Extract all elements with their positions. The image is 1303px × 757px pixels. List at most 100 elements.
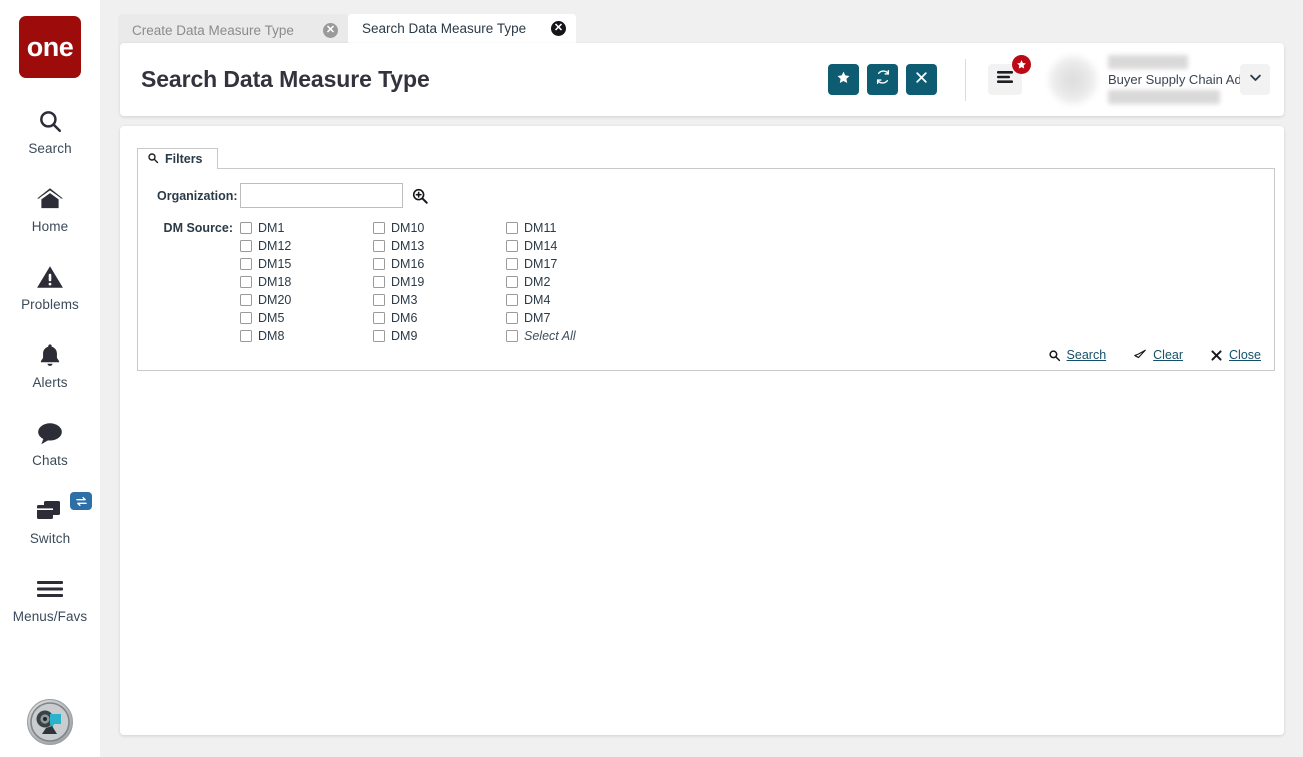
- tab-search-data-measure-type[interactable]: Search Data Measure Type ✕: [348, 14, 576, 46]
- checkbox-item[interactable]: DM15: [240, 255, 373, 273]
- favorite-button[interactable]: [828, 64, 859, 95]
- sidebar-item-search[interactable]: Search: [0, 104, 100, 156]
- checkbox-item[interactable]: DM14: [506, 237, 639, 255]
- brand-logo[interactable]: one: [19, 16, 81, 78]
- checkbox-item[interactable]: DM9: [373, 327, 506, 345]
- checkbox-box[interactable]: [240, 222, 252, 234]
- zoom-in-search-icon[interactable]: [411, 187, 429, 205]
- checkbox-label: DM12: [258, 239, 291, 253]
- checkbox-item[interactable]: DM6: [373, 309, 506, 327]
- close-link[interactable]: Close: [1210, 348, 1261, 362]
- checkbox-box[interactable]: [240, 330, 252, 342]
- checkbox-item[interactable]: DM10: [373, 219, 506, 237]
- close-button[interactable]: [906, 64, 937, 95]
- checkbox-label: DM14: [524, 239, 557, 253]
- dm-source-column-1: DM1 DM12 DM15 DM18 DM20 DM5 DM8: [240, 219, 373, 345]
- tab-create-data-measure-type[interactable]: Create Data Measure Type ✕: [118, 14, 348, 46]
- refresh-button[interactable]: [867, 64, 898, 95]
- bell-icon: [37, 338, 63, 372]
- checkbox-label: DM11: [524, 221, 556, 235]
- header-action-buttons: [828, 64, 937, 95]
- sidebar-item-home[interactable]: Home: [0, 182, 100, 234]
- sidebar-item-label: Chats: [32, 453, 68, 468]
- checkbox-box[interactable]: [506, 258, 518, 270]
- checkbox-label: DM8: [258, 329, 284, 343]
- action-label: Clear: [1153, 348, 1183, 362]
- checkbox-box[interactable]: [506, 330, 518, 342]
- main-menu-button[interactable]: [988, 64, 1022, 95]
- filters-body: Organization: DM Source:: [137, 168, 1275, 371]
- checkbox-box[interactable]: [240, 276, 252, 288]
- sidebar-item-problems[interactable]: Problems: [0, 260, 100, 312]
- checkbox-item[interactable]: DM12: [240, 237, 373, 255]
- checkbox-item[interactable]: DM13: [373, 237, 506, 255]
- checkbox-item[interactable]: DM18: [240, 273, 373, 291]
- star-icon: [1012, 55, 1031, 74]
- checkbox-box[interactable]: [373, 312, 385, 324]
- user-menu-toggle[interactable]: [1240, 64, 1270, 95]
- checkbox-label: Select All: [524, 329, 576, 343]
- checkbox-label: DM10: [391, 221, 424, 235]
- sidebar-item-menus-favs[interactable]: Menus/Favs: [0, 572, 100, 624]
- checkbox-item[interactable]: DM11: [506, 219, 639, 237]
- checkbox-box[interactable]: [506, 240, 518, 252]
- page-header: Search Data Measure Type: [120, 43, 1284, 116]
- checkbox-item[interactable]: DM4: [506, 291, 639, 309]
- checkbox-item[interactable]: DM19: [373, 273, 506, 291]
- checkbox-box[interactable]: [373, 294, 385, 306]
- checkbox-box[interactable]: [240, 240, 252, 252]
- checkbox-box[interactable]: [506, 312, 518, 324]
- checkbox-box[interactable]: [506, 294, 518, 306]
- checkbox-box[interactable]: [373, 240, 385, 252]
- checkbox-item[interactable]: DM16: [373, 255, 506, 273]
- sidebar-item-switch[interactable]: Switch: [0, 494, 100, 546]
- checkbox-item[interactable]: DM1: [240, 219, 373, 237]
- checkbox-box[interactable]: [373, 258, 385, 270]
- clear-link[interactable]: Clear: [1133, 348, 1183, 362]
- avatar[interactable]: [1048, 55, 1098, 105]
- dm-source-row: DM Source: DM1 DM12 DM15 DM18 DM20 DM5 D…: [138, 208, 1274, 345]
- checkbox-label: DM13: [391, 239, 424, 253]
- checkbox-box[interactable]: [373, 222, 385, 234]
- checkbox-item[interactable]: DM20: [240, 291, 373, 309]
- search-link[interactable]: Search: [1048, 348, 1107, 362]
- exchange-arrows-icon[interactable]: [70, 492, 92, 510]
- checkbox-box[interactable]: [373, 330, 385, 342]
- windows-stack-icon: [35, 494, 65, 528]
- filters-panel-header[interactable]: Filters: [137, 148, 218, 169]
- checkbox-box[interactable]: [506, 276, 518, 288]
- checkbox-item[interactable]: DM17: [506, 255, 639, 273]
- bot-head-avatar-icon[interactable]: [27, 699, 73, 745]
- checkbox-box[interactable]: [240, 312, 252, 324]
- dm-source-column-2: DM10 DM13 DM16 DM19 DM3 DM6 DM9: [373, 219, 506, 345]
- checkbox-box[interactable]: [506, 222, 518, 234]
- checkbox-item[interactable]: DM2: [506, 273, 639, 291]
- main-area: Create Data Measure Type ✕ Search Data M…: [100, 0, 1303, 757]
- sidebar-item-label: Search: [28, 141, 71, 156]
- dm-source-columns: DM1 DM12 DM15 DM18 DM20 DM5 DM8 DM10 DM1…: [240, 219, 639, 345]
- sidebar-item-chats[interactable]: Chats: [0, 416, 100, 468]
- dm-source-column-3: DM11 DM14 DM17 DM2 DM4 DM7 Select All: [506, 219, 639, 345]
- checkbox-box[interactable]: [373, 276, 385, 288]
- dm-source-label: DM Source:: [157, 219, 233, 235]
- user-identity-block[interactable]: Buyer Supply Chain Admin: [1108, 55, 1228, 104]
- checkbox-box[interactable]: [240, 258, 252, 270]
- filter-actions: Search Clear: [1048, 348, 1261, 362]
- organization-row: Organization:: [138, 169, 1274, 208]
- filters-panel: Filters Organization:: [137, 148, 1275, 371]
- checkbox-item-select-all[interactable]: Select All: [506, 327, 639, 345]
- tab-label: Create Data Measure Type: [132, 23, 294, 38]
- checkbox-box[interactable]: [240, 294, 252, 306]
- close-circle-icon[interactable]: ✕: [551, 21, 566, 36]
- left-sidebar: one Search Home: [0, 0, 100, 757]
- close-circle-icon[interactable]: ✕: [323, 23, 338, 38]
- checkbox-item[interactable]: DM5: [240, 309, 373, 327]
- checkbox-item[interactable]: DM8: [240, 327, 373, 345]
- sidebar-item-alerts[interactable]: Alerts: [0, 338, 100, 390]
- search-icon: [37, 104, 63, 138]
- sidebar-item-label: Menus/Favs: [13, 609, 88, 624]
- organization-input[interactable]: [240, 183, 403, 208]
- organization-label: Organization:: [157, 189, 233, 203]
- checkbox-item[interactable]: DM3: [373, 291, 506, 309]
- checkbox-item[interactable]: DM7: [506, 309, 639, 327]
